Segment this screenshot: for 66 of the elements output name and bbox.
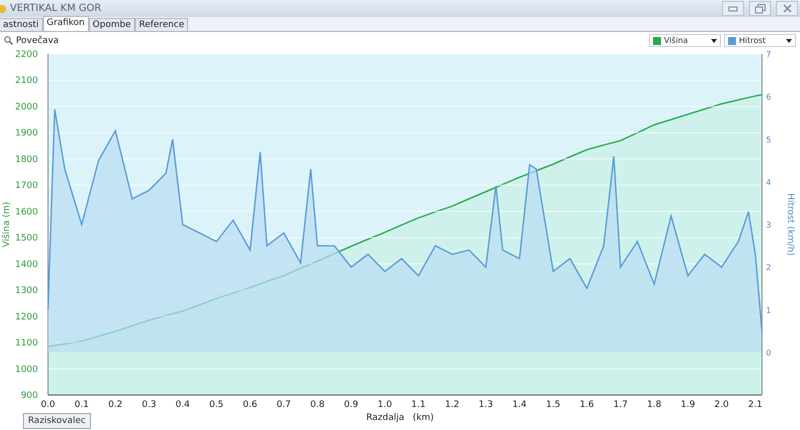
x-tick-label: 2.1 <box>748 400 762 410</box>
y-tick-label: 5 <box>766 135 772 144</box>
y-axis-label: Višina (m) <box>2 202 12 248</box>
x-tick-label: 0.8 <box>310 400 325 410</box>
x-tick-label: 0.2 <box>108 400 123 410</box>
y-tick-label: 1200 <box>15 312 38 322</box>
y-tick-label: 4 <box>766 178 772 187</box>
x-tick-label: 0.4 <box>176 400 190 410</box>
series-dropdown[interactable]: Hitrost <box>724 34 796 47</box>
x-tick-label: 1.0 <box>378 400 392 410</box>
tab[interactable]: astnosti <box>0 18 43 31</box>
y-tick-label: 1 <box>766 306 772 315</box>
y-tick-label: 2 <box>766 263 772 272</box>
window-title: VERTIKAL KM GOR <box>10 3 102 14</box>
y-tick-label: 2200 <box>15 50 38 60</box>
x-tick-label: 1.3 <box>478 400 493 410</box>
close-button[interactable] <box>776 1 798 16</box>
y-tick-label: 3 <box>766 220 772 230</box>
x-tick-label: 1.2 <box>444 400 460 410</box>
restore-icon <box>754 4 766 14</box>
zoom-label[interactable]: Povečava <box>16 36 59 46</box>
y-tick-label: 1400 <box>15 260 38 270</box>
minimize-button[interactable] <box>722 1 744 16</box>
x-tick-label: 1.4 <box>512 400 527 410</box>
close-icon <box>782 4 792 13</box>
y-tick-label: 2000 <box>15 102 38 112</box>
x-tick-label: 0.9 <box>344 400 358 410</box>
x-tick-label: 0.5 <box>209 400 224 410</box>
y-tick-label: 900 <box>20 391 38 401</box>
x-axis-label: Razdalja (km) <box>366 413 434 423</box>
tab[interactable]: Reference <box>134 18 188 31</box>
explorer-button[interactable]: Raziskovalec <box>23 413 91 429</box>
y-tick-label: 0 <box>766 348 772 358</box>
y-tick-label: 1900 <box>15 128 38 139</box>
y-tick-label: 2100 <box>15 76 38 86</box>
restore-button[interactable] <box>749 1 771 16</box>
y-tick-label: 1700 <box>15 181 38 192</box>
x-tick-label: 1.6 <box>580 400 594 410</box>
x-tick-label: 0.6 <box>242 400 258 410</box>
y-tick-label: 1100 <box>15 338 38 349</box>
x-tick-label: 0.3 <box>142 400 156 410</box>
y-tick-label: 1600 <box>15 207 38 218</box>
caret-icon <box>786 38 792 42</box>
x-tick-label: 0.7 <box>276 400 291 410</box>
x-tick-label: 0.1 <box>74 400 89 410</box>
x-tick-label: 1.5 <box>546 400 560 410</box>
y-tick-label: 1500 <box>15 234 38 244</box>
app-icon <box>0 4 6 12</box>
search-icon <box>4 36 13 45</box>
y-tick-label: 1300 <box>15 286 38 296</box>
x-tick-label: 2.0 <box>714 400 729 410</box>
series-dropdown[interactable]: Višina <box>649 34 721 47</box>
x-tick-label: 1.1 <box>411 400 426 410</box>
x-tick-label: 1.7 <box>613 400 628 410</box>
x-tick-label: 0.0 <box>40 400 56 410</box>
tab[interactable]: Grafikon <box>42 16 89 31</box>
caret-icon <box>711 38 717 42</box>
y-tick-label: 1000 <box>15 364 38 375</box>
tab[interactable]: Opombe <box>88 18 135 31</box>
y-axis-label: Hitrost (km/h) <box>785 193 795 256</box>
y-tick-label: 7 <box>766 50 772 59</box>
y-tick-label: 6 <box>766 92 772 102</box>
minimize-icon <box>728 6 738 12</box>
x-tick-label: 1.8 <box>647 400 662 410</box>
y-tick-label: 1800 <box>15 154 38 165</box>
x-tick-label: 1.9 <box>680 400 696 410</box>
